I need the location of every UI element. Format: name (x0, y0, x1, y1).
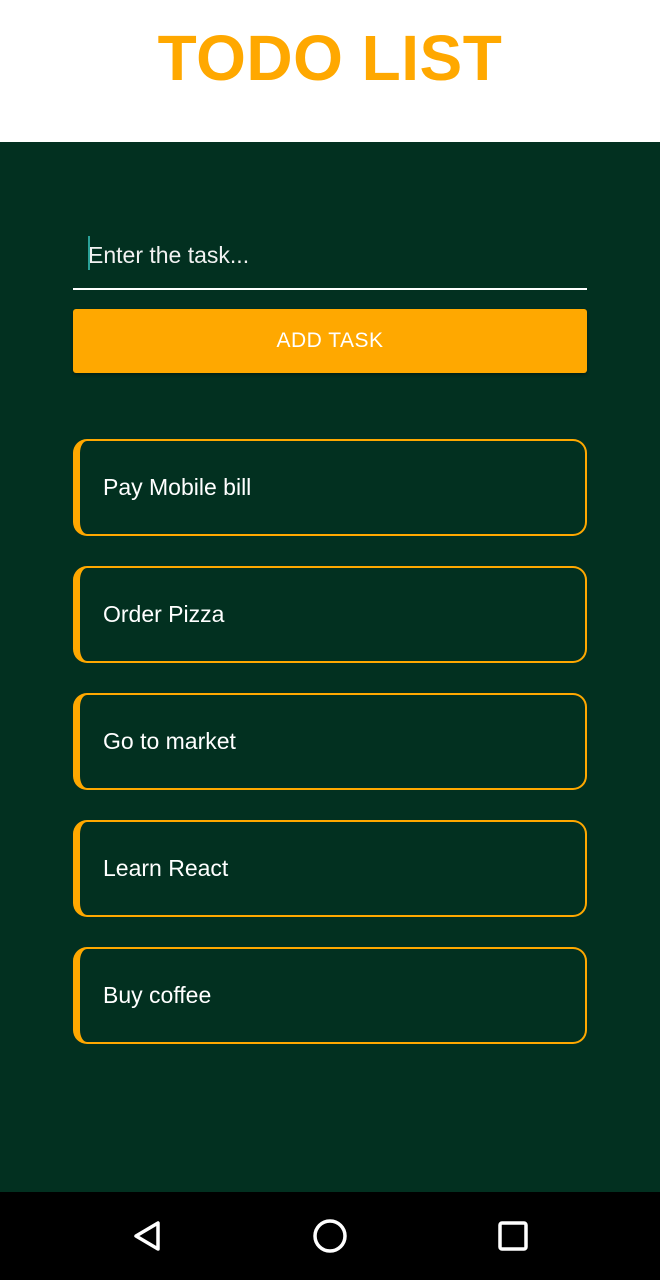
task-label: Order Pizza (103, 601, 225, 627)
system-navigation-bar (0, 1192, 660, 1280)
app-header: TODO LIST (0, 0, 660, 142)
task-label: Pay Mobile bill (103, 474, 252, 500)
recents-icon (498, 1221, 528, 1251)
task-item[interactable]: Learn React (73, 820, 587, 917)
task-item[interactable]: Buy coffee (73, 947, 587, 1044)
task-item[interactable]: Pay Mobile bill (73, 439, 587, 536)
recents-button[interactable] (483, 1206, 543, 1266)
task-label: Go to market (103, 728, 236, 754)
add-task-button[interactable]: ADD TASK (73, 309, 587, 373)
task-label: Learn React (103, 855, 229, 881)
task-input[interactable] (73, 226, 587, 284)
task-input-container[interactable] (73, 226, 587, 290)
task-item[interactable]: Order Pizza (73, 566, 587, 663)
page-title: TODO LIST (157, 22, 503, 94)
task-item[interactable]: Go to market (73, 693, 587, 790)
text-cursor (88, 236, 90, 270)
task-label: Buy coffee (103, 982, 212, 1008)
task-list: Pay Mobile bill Order Pizza Go to market… (73, 439, 587, 1074)
home-icon (313, 1219, 347, 1253)
home-button[interactable] (300, 1206, 360, 1266)
back-icon (134, 1221, 160, 1251)
back-button[interactable] (118, 1206, 178, 1266)
